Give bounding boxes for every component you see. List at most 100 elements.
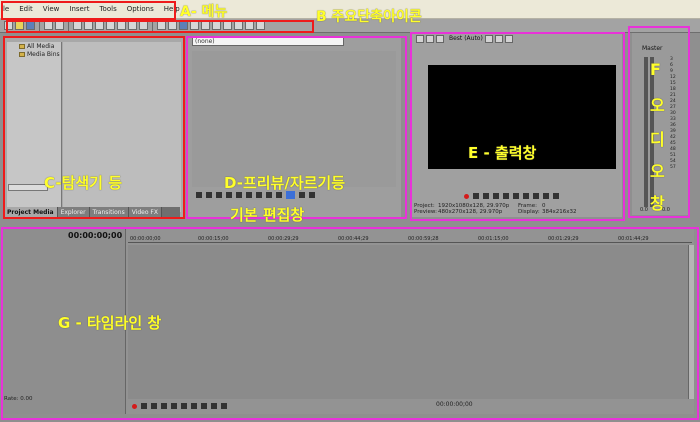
auto-crossfade-icon[interactable] (168, 21, 177, 30)
save-snapshot-icon[interactable] (504, 34, 513, 43)
help-icon[interactable] (256, 21, 265, 30)
selection-tool-icon[interactable] (234, 21, 243, 30)
tree-item-media-bins[interactable]: Media Bins (7, 50, 61, 58)
go-to-start-icon[interactable] (191, 403, 197, 409)
pause-icon[interactable] (503, 193, 509, 199)
copy-snapshot-icon[interactable] (494, 34, 503, 43)
paste-icon[interactable] (95, 21, 104, 30)
delete-icon[interactable] (106, 21, 115, 30)
tab-explorer[interactable]: Explorer (57, 207, 90, 218)
tab-project-media[interactable]: Project Media (4, 207, 58, 218)
tree-item-all-media[interactable]: All Media (7, 42, 61, 50)
preview-toolbar: Best (Auto) (416, 33, 513, 44)
annotation-a: A- 메뉴 (180, 4, 228, 20)
folder-icon (19, 43, 25, 49)
playback-rate: Rate: 0.00 (4, 396, 33, 402)
play-icon[interactable] (216, 192, 222, 198)
play-from-start-icon[interactable] (483, 193, 489, 199)
trim-icon[interactable] (117, 21, 126, 30)
window-docking-tabs: Project Media Explorer Transitions Video… (4, 207, 180, 218)
play-icon[interactable] (206, 192, 212, 198)
tab-video-fx[interactable]: Video FX (128, 207, 162, 218)
record-icon[interactable] (132, 403, 137, 409)
pause-icon[interactable] (171, 403, 177, 409)
preview-info: Project: 1920x1080x128, 29.970p Frame: 0… (414, 203, 620, 215)
next-frame-icon[interactable] (221, 403, 227, 409)
menu-insert[interactable]: Insert (64, 0, 94, 19)
lock-envelopes-icon[interactable] (190, 21, 199, 30)
ruler-tick: 00:00:59;28 (408, 236, 439, 242)
tab-transitions[interactable]: Transitions (89, 207, 129, 218)
cut-icon[interactable] (73, 21, 82, 30)
loop-icon[interactable] (141, 403, 147, 409)
previous-frame-icon[interactable] (543, 193, 549, 199)
go-to-end-icon[interactable] (201, 403, 207, 409)
timeline-ruler[interactable]: 00:00:00;00 00:00:15;00 00:00:29;29 00:0… (128, 233, 692, 243)
meter-scale: 3 6 9 12 15 18 21 24 27 30 33 36 39 42 4… (670, 57, 676, 171)
menu-view[interactable]: View (38, 0, 65, 19)
play-from-start-icon[interactable] (151, 403, 157, 409)
copy-icon[interactable] (84, 21, 93, 30)
annotation-f-line3: 디 (650, 130, 665, 149)
next-frame-icon[interactable] (553, 193, 559, 199)
render-icon[interactable] (55, 21, 64, 30)
overlays-icon[interactable] (484, 34, 493, 43)
folder-icon (19, 51, 25, 57)
menu-tools[interactable]: Tools (94, 0, 121, 19)
explorer-scrollbar[interactable] (8, 184, 48, 191)
master-left-level: 0.0 (640, 207, 648, 213)
save-icon[interactable] (26, 21, 35, 30)
trimmer-media-select[interactable]: (none) (192, 37, 344, 46)
go-to-start-icon[interactable] (523, 193, 529, 199)
go-to-end-icon[interactable] (533, 193, 539, 199)
snapping-icon[interactable] (157, 21, 166, 30)
menu-file[interactable]: ile (0, 0, 14, 19)
display-info-value: 384x216x32 (542, 209, 577, 215)
zoom-tool-icon[interactable] (245, 21, 254, 30)
preview-info-key: Preview: (414, 209, 437, 215)
track-area[interactable] (128, 245, 692, 399)
preview-info-value: 480x270x128, 29.970p (438, 209, 503, 215)
envelope-tool-icon[interactable] (223, 21, 232, 30)
annotation-d: D-프리뷰/자르기등 (224, 174, 346, 192)
auto-ripple-icon[interactable] (179, 21, 188, 30)
display-info-key: Display: (518, 209, 540, 215)
ruler-tick: 00:01:15;00 (478, 236, 509, 242)
preview-controls (464, 193, 559, 199)
annotation-f-line4: 오 (650, 162, 665, 181)
annotation-e: E - 출력창 (468, 144, 537, 162)
toolbar-divider (152, 20, 153, 31)
left-level-meter (644, 57, 648, 207)
ruler-tick: 00:00:00;00 (130, 236, 161, 242)
properties-icon[interactable] (44, 21, 53, 30)
toolbar-divider (68, 20, 69, 31)
timeline-transport (128, 400, 692, 412)
loop-icon[interactable] (473, 193, 479, 199)
undo-icon[interactable] (128, 21, 137, 30)
ruler-tick: 00:00:44;29 (338, 236, 369, 242)
open-icon[interactable] (15, 21, 24, 30)
play-icon[interactable] (493, 193, 499, 199)
split-screen-icon[interactable] (436, 34, 444, 43)
loop-icon[interactable] (196, 192, 202, 198)
ignore-grouping-icon[interactable] (201, 21, 210, 30)
previous-frame-icon[interactable] (211, 403, 217, 409)
record-icon[interactable] (464, 193, 469, 199)
preview-quality-select[interactable]: Best (Auto) (446, 35, 483, 42)
annotation-f-line2: 오 (650, 96, 665, 115)
new-project-icon[interactable] (4, 21, 13, 30)
ruler-tick: 00:00:15;00 (198, 236, 229, 242)
normal-edit-tool-icon[interactable] (212, 21, 221, 30)
trimmer-view[interactable] (192, 51, 396, 187)
preview-fx-icon[interactable] (426, 34, 434, 43)
stop-icon[interactable] (181, 403, 187, 409)
project-properties-icon[interactable] (416, 34, 424, 43)
play-icon[interactable] (161, 403, 167, 409)
annotation-f-line1: F (650, 60, 661, 79)
stop-icon[interactable] (513, 193, 519, 199)
menu-edit[interactable]: Edit (14, 0, 38, 19)
redo-icon[interactable] (139, 21, 148, 30)
ruler-tick: 00:01:44;29 (618, 236, 649, 242)
timeline-vertical-scrollbar[interactable] (688, 245, 694, 399)
menu-options[interactable]: Options (122, 0, 159, 19)
